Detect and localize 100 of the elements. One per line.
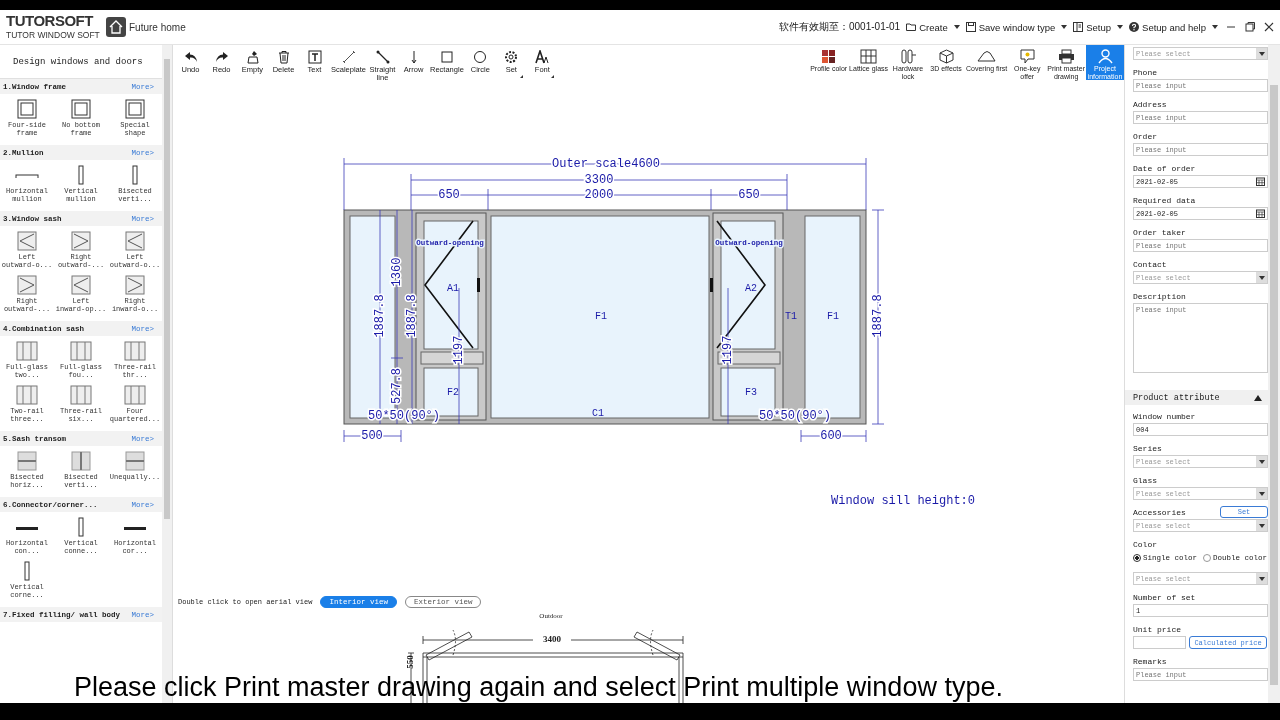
folder-icon <box>906 22 917 32</box>
rectangle-icon <box>439 50 454 64</box>
circle-icon <box>473 50 488 64</box>
connector-icon <box>123 524 147 530</box>
section-header[interactable]: Product attribute <box>1125 390 1268 405</box>
pane-label: A2 <box>745 282 757 294</box>
connector-icon <box>15 524 39 530</box>
sliding-panels-icon <box>69 385 93 405</box>
sliding-panels-icon <box>15 385 39 405</box>
caret-icon <box>1117 25 1124 29</box>
logo-subtitle: TUTOR WINDOW SOFT <box>6 29 101 41</box>
transom-icon <box>123 451 147 471</box>
field-label: Order taker <box>1133 227 1186 237</box>
caret-icon <box>1258 459 1265 464</box>
field-label: Order <box>1133 131 1157 141</box>
pane-label: F1 <box>827 310 839 322</box>
pane-label: F3 <box>745 386 757 398</box>
corner-icon <box>550 75 554 78</box>
cube-icon <box>936 49 956 64</box>
pane-label: A1 <box>447 282 459 294</box>
gear-icon <box>504 50 519 64</box>
field-label: Accessories <box>1133 507 1186 517</box>
field-label: Phone <box>1133 67 1157 77</box>
dimension-label: Outer scale4600 <box>552 157 660 172</box>
sliding-panels-icon <box>69 341 93 361</box>
speech-bubble-icon <box>1017 49 1037 64</box>
sash-icon <box>123 231 147 251</box>
video-caption: Please click Print master drawing again and select Print multiple window type. <box>74 672 1003 703</box>
section-title: Product attribute <box>1133 392 1220 403</box>
trash-icon <box>276 50 291 64</box>
frame-icon <box>123 99 147 119</box>
panel-icon <box>1073 22 1084 32</box>
person-icon <box>1095 49 1115 64</box>
dimension-label: 50*50(90°) <box>368 409 440 424</box>
sill-height-label: Window sill height:0 <box>831 494 976 508</box>
menu-button[interactable]: Create <box>906 21 948 33</box>
lock-icon <box>898 49 918 64</box>
calendar-icon <box>1256 177 1265 186</box>
caret-icon <box>953 25 960 29</box>
dimension-label: 1887.8 <box>405 294 420 338</box>
field-label: Glass <box>1133 475 1157 485</box>
field-label: Unit price <box>1133 624 1181 634</box>
font-icon <box>535 50 550 64</box>
connector-icon <box>78 517 84 537</box>
undo-icon <box>183 50 198 64</box>
close-icon <box>1264 22 1274 32</box>
pane-label: C1 <box>592 407 604 419</box>
menu-button[interactable]: Setup and help <box>1129 21 1206 33</box>
calendar-icon <box>1256 209 1265 218</box>
caret-icon <box>1061 25 1068 29</box>
mullion-icon <box>132 165 138 185</box>
caret-icon <box>1258 491 1265 496</box>
menu-button[interactable]: Setup <box>1073 21 1112 33</box>
caret-icon <box>1258 275 1265 280</box>
menu-button[interactable]: Save window type <box>965 21 1056 33</box>
sash-icon <box>69 275 93 295</box>
ruler-line-icon <box>341 50 356 64</box>
dimension-label: 1197 <box>721 335 736 365</box>
dimension-label: 500 <box>361 429 383 444</box>
pane-label: F1 <box>595 310 607 322</box>
dimension-label: 650 <box>738 188 760 203</box>
field-label: Number of set <box>1133 592 1196 602</box>
home-label: Future home <box>129 21 186 33</box>
dimension-label: 550 <box>405 655 416 669</box>
dimension-label: 50*50(90°) <box>759 409 831 424</box>
input-field[interactable] <box>1133 636 1186 649</box>
dimension-label: 3400 <box>543 634 561 645</box>
text-box-icon <box>307 50 322 64</box>
dimension-label: 1887.8 <box>373 294 388 338</box>
sash-icon <box>69 231 93 251</box>
caret-icon <box>1258 51 1265 56</box>
save-icon <box>965 22 976 32</box>
field-label: Window number <box>1133 411 1196 421</box>
field-label: Description <box>1133 291 1186 301</box>
pane-label: T1 <box>785 310 797 322</box>
sash-icon <box>15 231 39 251</box>
field-label: Required data <box>1133 195 1196 205</box>
field-label: Color <box>1133 539 1157 549</box>
caret-icon <box>1212 25 1218 29</box>
brush-icon <box>245 50 260 64</box>
expiry-date: 软件有效期至：0001-01-01 <box>779 20 901 34</box>
caret-icon <box>1258 523 1265 528</box>
connector-icon <box>24 561 30 581</box>
dimension-label: 600 <box>820 429 842 444</box>
help-icon <box>1129 22 1140 32</box>
lattice-icon <box>859 49 879 64</box>
mullion-icon <box>78 165 84 185</box>
scrollbar-thumb[interactable] <box>1270 85 1278 685</box>
dimension-label: 650 <box>438 188 460 203</box>
caret-icon <box>1258 576 1265 581</box>
redo-icon <box>214 50 229 64</box>
field-label: Contact <box>1133 259 1167 269</box>
sash-icon <box>15 275 39 295</box>
field-label: Address <box>1133 99 1167 109</box>
sliding-panels-icon <box>15 341 39 361</box>
scrollbar-thumb[interactable] <box>164 59 170 519</box>
mullion-icon <box>15 172 39 178</box>
dimension-label: 1360 <box>390 257 405 287</box>
sash-icon <box>123 275 147 295</box>
printer-icon <box>1056 49 1076 64</box>
